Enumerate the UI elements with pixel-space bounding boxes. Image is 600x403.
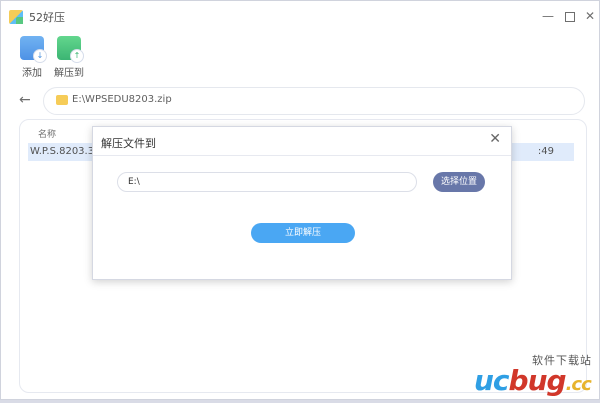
extract-now-button[interactable]: 立即解压	[251, 223, 355, 243]
close-icon[interactable]: ✕	[489, 131, 501, 147]
dialog-title: 解压文件到	[101, 137, 156, 150]
extract-dialog: 解压文件到 ✕ 选择位置 立即解压	[92, 126, 512, 280]
divider	[93, 155, 511, 156]
watermark-brand-cc: .cc	[565, 374, 592, 395]
watermark-brand: ucbug.cc	[474, 364, 592, 397]
watermark-brand-uc: uc	[474, 364, 510, 397]
destination-path-input[interactable]	[117, 172, 417, 192]
watermark-logo: 软件下载站 ucbug.cc	[470, 350, 596, 397]
watermark-brand-bug: bug	[508, 364, 567, 397]
choose-location-button[interactable]: 选择位置	[433, 172, 485, 192]
